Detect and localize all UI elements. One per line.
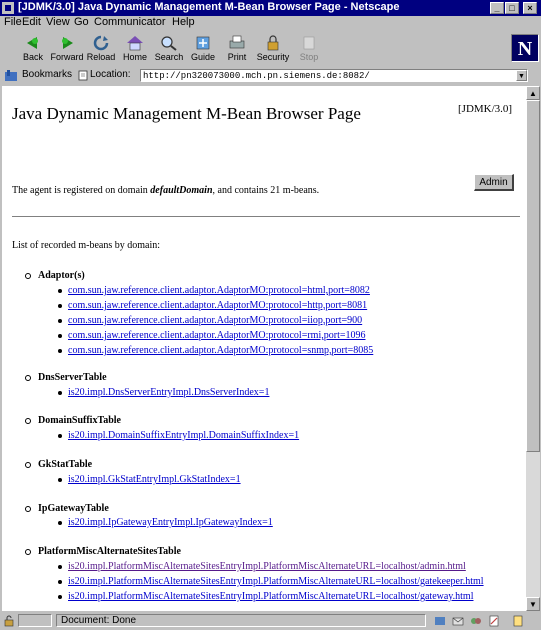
- location-input[interactable]: http://pn320073000.mch.pn.siemens.de:808…: [140, 69, 528, 82]
- reload-button[interactable]: Reload: [84, 33, 118, 65]
- scroll-down-button[interactable]: ▼: [526, 597, 540, 611]
- stop-icon: [303, 36, 315, 50]
- mbean-link[interactable]: com.sun.jaw.reference.client.adaptor.Ada…: [68, 300, 367, 311]
- menu-bar: File Edit View Go Communicator Help: [0, 16, 541, 30]
- back-arrow-icon: [27, 37, 38, 49]
- home-button[interactable]: Home: [118, 33, 152, 65]
- status-text: Document: Done: [56, 614, 426, 627]
- group-name: DomainSuffixTable: [38, 415, 121, 426]
- progress-indicator: [18, 614, 52, 627]
- location-dropdown-button[interactable]: ▼: [516, 70, 527, 81]
- scroll-up-button[interactable]: ▲: [526, 86, 540, 100]
- maximize-button[interactable]: □: [505, 2, 519, 14]
- vertical-scrollbar[interactable]: ▲ ▼: [526, 86, 540, 611]
- scrollbar-thumb[interactable]: [526, 100, 540, 452]
- menu-file[interactable]: File: [4, 16, 22, 28]
- mbean-link[interactable]: com.sun.jaw.reference.client.adaptor.Ada…: [68, 315, 362, 326]
- forward-arrow-icon: [62, 37, 73, 49]
- security-lock-icon[interactable]: [3, 615, 15, 627]
- group-name: PlatformMiscAlternateSitesTable: [38, 546, 181, 557]
- discussion-groups-icon[interactable]: [470, 615, 482, 627]
- mailbox-icon[interactable]: [452, 615, 464, 627]
- group-name: DnsServerTable: [38, 372, 107, 383]
- netscape-app-icon[interactable]: [2, 2, 14, 14]
- menu-edit[interactable]: Edit: [22, 16, 41, 28]
- location-label: Location:: [90, 69, 131, 80]
- menu-view[interactable]: View: [46, 16, 70, 28]
- netscape-logo[interactable]: N: [511, 34, 539, 62]
- stop-button[interactable]: Stop: [292, 33, 326, 65]
- close-button[interactable]: ×: [523, 2, 537, 14]
- group-name: IpGatewayTable: [38, 503, 109, 514]
- home-icon: [127, 36, 143, 51]
- print-button[interactable]: Print: [220, 33, 254, 65]
- divider: [12, 216, 520, 218]
- version-label: [JDMK/3.0]: [458, 103, 513, 115]
- search-icon: [161, 36, 177, 51]
- document-icon[interactable]: [512, 615, 524, 627]
- mbean-link[interactable]: com.sun.jaw.reference.client.adaptor.Ada…: [68, 330, 366, 341]
- bookmarks-icon: [5, 70, 17, 81]
- padlock-icon: [267, 35, 279, 51]
- back-button[interactable]: Back: [16, 33, 50, 65]
- mbean-link[interactable]: is20.impl.PlatformMiscAlternateSitesEntr…: [68, 576, 484, 587]
- navigation-toolbar: Back Forward Reload Home Search Guide Pr…: [0, 31, 541, 67]
- mbean-link[interactable]: is20.impl.IpGatewayEntryImpl.IpGatewayIn…: [68, 517, 273, 528]
- menu-go[interactable]: Go: [74, 16, 89, 28]
- mbean-link[interactable]: com.sun.jaw.reference.client.adaptor.Ada…: [68, 345, 373, 356]
- navigator-icon[interactable]: [434, 615, 446, 627]
- search-button[interactable]: Search: [152, 33, 186, 65]
- security-button[interactable]: Security: [256, 33, 290, 65]
- bookmarks-button[interactable]: Bookmarks: [22, 69, 72, 80]
- mbean-link[interactable]: is20.impl.PlatformMiscAlternateSitesEntr…: [68, 561, 466, 572]
- status-bar: Document: Done: [0, 612, 541, 630]
- location-page-icon[interactable]: [78, 70, 89, 81]
- mbean-link[interactable]: is20.impl.PlatformMiscAlternateSitesEntr…: [68, 591, 473, 602]
- group-name: Adaptor(s): [38, 270, 85, 281]
- mbean-link[interactable]: is20.impl.DnsServerEntryImpl.DnsServerIn…: [68, 387, 269, 398]
- admin-button[interactable]: Admin: [474, 174, 514, 191]
- location-toolbar: Bookmarks Location: http://pn320073000.m…: [0, 68, 541, 84]
- menu-help[interactable]: Help: [172, 16, 195, 28]
- mbean-link[interactable]: is20.impl.GkStatEntryImpl.GkStatIndex=1: [68, 474, 241, 485]
- window-title: [JDMK/3.0] Java Dynamic Management M-Bea…: [18, 1, 400, 13]
- mbean-link[interactable]: is20.impl.DomainSuffixEntryImpl.DomainSu…: [68, 430, 299, 441]
- domain-name: defaultDomain: [150, 185, 213, 196]
- menu-communicator[interactable]: Communicator: [94, 16, 166, 28]
- minimize-button[interactable]: _: [490, 2, 504, 14]
- mbean-list-heading: List of recorded m-beans by domain:: [12, 240, 161, 251]
- group-name: GkStatTable: [38, 459, 93, 470]
- title-bar[interactable]: [JDMK/3.0] Java Dynamic Management M-Bea…: [0, 0, 541, 16]
- composer-icon[interactable]: [488, 615, 500, 627]
- forward-button[interactable]: Forward: [50, 33, 84, 65]
- guide-icon: [196, 36, 210, 50]
- printer-icon: [229, 35, 245, 49]
- guide-button[interactable]: Guide: [186, 33, 220, 65]
- page-content: Java Dynamic Management M-Bean Browser P…: [2, 86, 526, 611]
- agent-info: The agent is registered on domain defaul…: [12, 185, 320, 196]
- mbean-link[interactable]: com.sun.jaw.reference.client.adaptor.Ada…: [68, 285, 370, 296]
- page-title: Java Dynamic Management M-Bean Browser P…: [12, 104, 361, 123]
- reload-icon: [93, 35, 109, 51]
